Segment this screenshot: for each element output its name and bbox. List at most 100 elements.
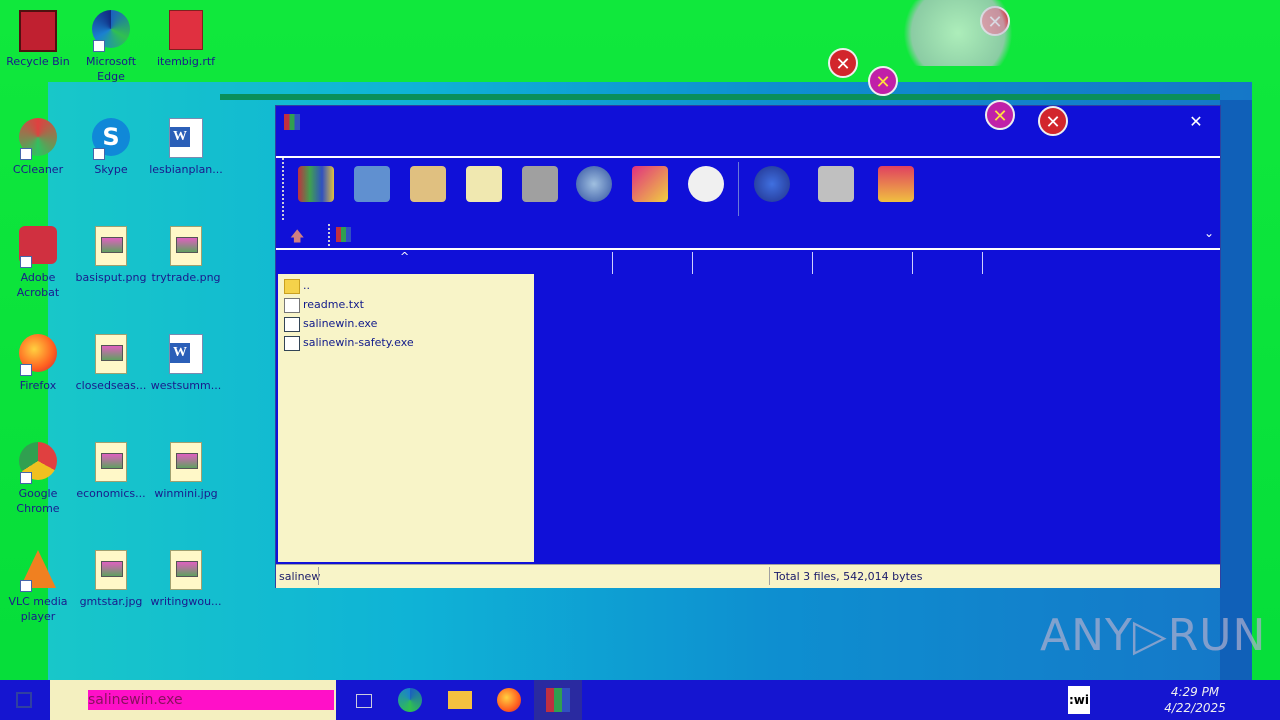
icon-label: VLC media player	[8, 595, 68, 623]
glitch-cluster	[888, 0, 1028, 66]
anyrun-watermark: ANY▷RUN	[1040, 610, 1267, 661]
address-bar[interactable]: ⌄	[328, 224, 1218, 246]
error-x-icon: ✕	[985, 100, 1015, 130]
wizard-button[interactable]	[628, 162, 672, 206]
word-doc-icon: W	[169, 118, 203, 158]
glitch-panel	[1220, 100, 1252, 682]
info-icon	[688, 166, 724, 202]
column-header[interactable]	[612, 252, 613, 274]
taskbar-explorer[interactable]	[446, 686, 474, 714]
error-x-icon: ✕	[868, 66, 898, 96]
tree-item[interactable]: salinewin.exe	[284, 315, 377, 333]
desktop-icon-recycle-bin[interactable]: Recycle Bin	[0, 8, 76, 69]
icon-label: writingwou...	[150, 595, 222, 608]
desktop-icon-basisput[interactable]: basisput.png	[73, 224, 149, 285]
folder-icon	[284, 278, 300, 294]
tree-item-label: readme.txt	[303, 298, 364, 311]
delete-button[interactable]	[518, 162, 562, 206]
desktop-icon-writingwou[interactable]: writingwou...	[148, 548, 224, 609]
comment-button[interactable]	[814, 162, 858, 206]
desktop-icon-skype[interactable]: S Skype	[73, 116, 149, 177]
chevron-down-icon[interactable]: ⌄	[1204, 226, 1214, 240]
address-row: 🡅 ⌄	[276, 222, 1220, 248]
icon-label: winmini.jpg	[154, 487, 218, 500]
find-button[interactable]	[572, 162, 616, 206]
up-folder-button[interactable]: 🡅	[290, 226, 304, 250]
column-header[interactable]	[912, 252, 913, 274]
sfx-button[interactable]	[874, 162, 918, 206]
file-list[interactable]	[534, 252, 1218, 562]
virus-scan-button[interactable]	[750, 162, 794, 206]
tree-item[interactable]: ..	[284, 277, 310, 295]
icon-label: basisput.png	[75, 271, 147, 284]
desktop-icon-gmtstar[interactable]: gmtstar.jpg	[73, 548, 149, 609]
image-file-icon	[95, 334, 127, 374]
winrar-icon	[284, 114, 300, 130]
desktop-icon-winmini[interactable]: winmini.jpg	[148, 440, 224, 501]
tree-header[interactable]: ^	[278, 250, 534, 274]
title-bar: ✕	[276, 106, 1220, 156]
status-total-text: Total 3 files, 542,014 bytes	[774, 570, 923, 583]
tree-item-label: ..	[303, 279, 310, 292]
image-file-icon	[170, 226, 202, 266]
desktop-icon-ccleaner[interactable]: CCleaner	[0, 116, 76, 177]
exe-file-icon	[284, 335, 300, 351]
view-button[interactable]	[462, 162, 506, 206]
error-x-icon: ✕	[828, 48, 858, 78]
column-header[interactable]	[692, 252, 693, 274]
icon-label: economics...	[76, 487, 146, 500]
start-button[interactable]	[16, 692, 32, 708]
tree-item[interactable]: salinewin-safety.exe	[284, 334, 414, 352]
folder-tree: ^ .. readme.txt salinewin.exe salinewin-…	[278, 250, 534, 562]
icon-label: Microsoft Edge	[85, 55, 137, 83]
desktop-icon-firefox[interactable]: Firefox	[0, 332, 76, 393]
icon-label: closedseas...	[75, 379, 147, 392]
sfx-box-icon	[878, 166, 914, 202]
folder-icon	[448, 691, 472, 709]
task-view-button[interactable]	[348, 686, 376, 714]
search-box[interactable]: salinewin.exe	[50, 680, 336, 720]
test-button[interactable]	[406, 162, 450, 206]
image-file-icon	[95, 550, 127, 590]
desktop-icon-economics[interactable]: economics...	[73, 440, 149, 501]
desktop-icon-lesbianplan[interactable]: W lesbianplan...	[148, 116, 224, 177]
desktop-icon-westsumm[interactable]: W westsumm...	[148, 332, 224, 393]
taskbar-winrar[interactable]	[534, 680, 582, 720]
close-button[interactable]: ✕	[1184, 112, 1208, 132]
magic-wand-icon	[632, 166, 668, 202]
desktop-icon-closedseas[interactable]: closedseas...	[73, 332, 149, 393]
tray-label: :wi	[1068, 686, 1090, 714]
desktop-icon-chrome[interactable]: Google Chrome	[0, 440, 76, 516]
icon-label: lesbianplan...	[149, 163, 223, 176]
search-input[interactable]: salinewin.exe	[88, 690, 334, 710]
image-file-icon	[170, 442, 202, 482]
status-left-text: salinew	[279, 570, 321, 583]
taskbar-firefox[interactable]	[495, 686, 523, 714]
clock[interactable]: 4:29 PM 4/22/2025	[1160, 684, 1230, 716]
winrar-window: ✕ 🡅 ⌄ ^ .. readme.txt salinewin.exe sali…	[275, 105, 1221, 588]
column-header[interactable]	[812, 252, 813, 274]
desktop-icon-itembig[interactable]: itembig.rtf	[148, 8, 224, 69]
tree-item[interactable]: readme.txt	[284, 296, 364, 314]
desktop-icon-edge[interactable]: Microsoft Edge	[73, 8, 149, 84]
desktop-icon-acrobat[interactable]: Adobe Acrobat	[0, 224, 76, 300]
toolbar	[282, 158, 1220, 220]
icon-label: Adobe Acrobat	[16, 271, 60, 299]
shortcut-arrow-icon	[93, 40, 105, 52]
extract-to-button[interactable]	[350, 162, 394, 206]
shortcut-arrow-icon	[20, 472, 32, 484]
status-bar: salinew Total 3 files, 542,014 bytes	[276, 564, 1220, 588]
recycle-bin-icon	[19, 10, 57, 52]
rtf-file-icon	[169, 10, 203, 50]
clipboard-icon	[410, 166, 446, 202]
info-button[interactable]	[684, 162, 728, 206]
comment-icon	[818, 166, 854, 202]
divider	[318, 567, 319, 585]
add-button[interactable]	[294, 162, 338, 206]
desktop-icon-vlc[interactable]: VLC media player	[0, 548, 76, 624]
image-file-icon	[95, 226, 127, 266]
taskbar-edge[interactable]	[396, 686, 424, 714]
desktop-icon-trytrade[interactable]: trytrade.png	[148, 224, 224, 285]
icon-label: gmtstar.jpg	[79, 595, 143, 608]
column-header[interactable]	[982, 252, 983, 274]
